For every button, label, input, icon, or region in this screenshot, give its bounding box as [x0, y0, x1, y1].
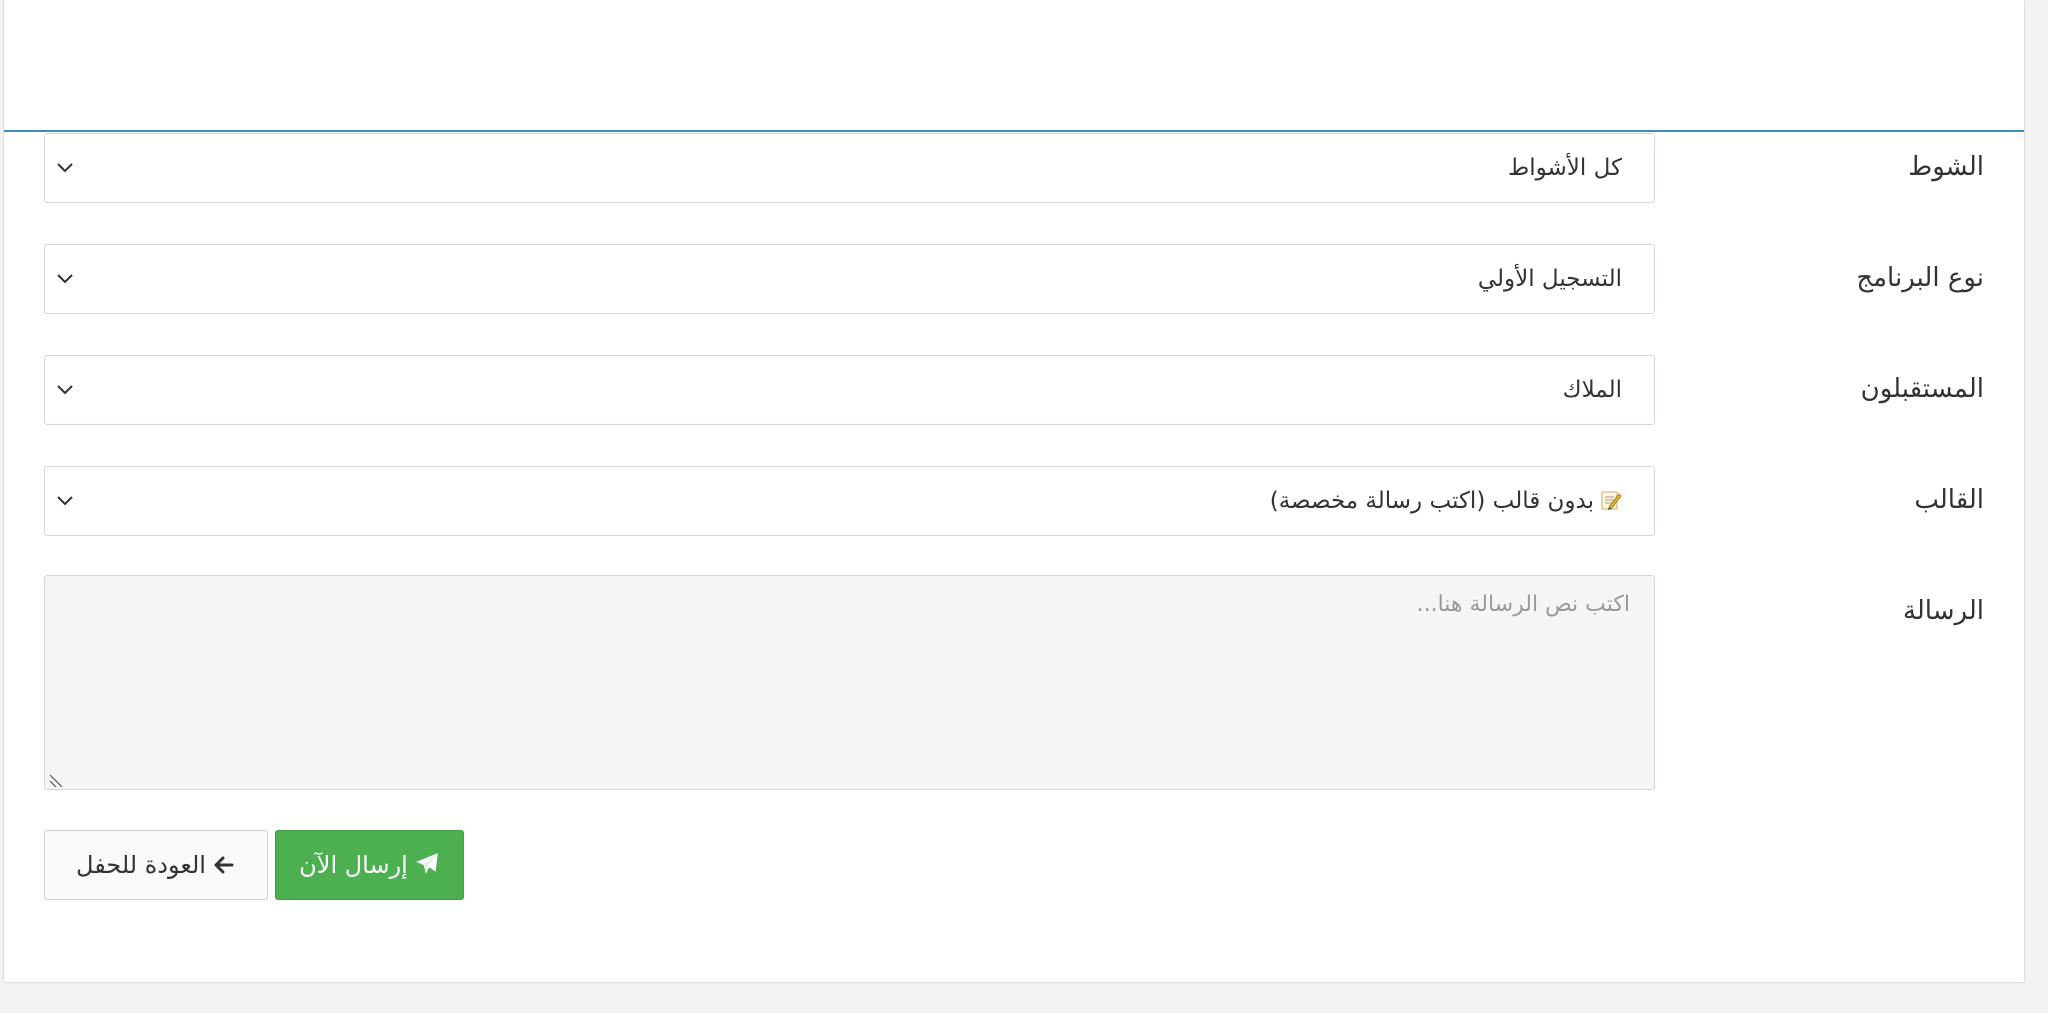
round-select[interactable]: كل الأشواط	[44, 133, 1655, 203]
template-select[interactable]: بدون قالب (اكتب رسالة مخصصة)	[44, 466, 1655, 536]
round-select-value: كل الأشواط	[1507, 155, 1622, 181]
round-label: الشوط	[1908, 152, 1984, 182]
message-textarea[interactable]	[44, 575, 1655, 790]
program-type-select[interactable]: التسجيل الأولي	[44, 244, 1655, 314]
recipients-select-value: الملاك	[1562, 377, 1622, 403]
memo-icon	[1601, 491, 1622, 510]
message-label: الرسالة	[1902, 596, 1984, 626]
arrow-left-icon	[214, 856, 234, 874]
chevron-down-icon	[57, 163, 73, 173]
template-label: القالب	[1914, 485, 1984, 515]
send-now-button[interactable]: إرسال الآن	[275, 830, 464, 900]
template-select-value: بدون قالب (اكتب رسالة مخصصة)	[1270, 467, 1622, 535]
panel-header	[4, 0, 2024, 132]
send-now-label: إرسال الآن	[299, 851, 408, 879]
recipients-label: المستقبلون	[1860, 374, 1984, 404]
resize-handle-icon[interactable]	[48, 771, 64, 787]
program-type-label: نوع البرنامج	[1856, 263, 1984, 293]
chevron-down-icon	[57, 385, 73, 395]
paper-plane-icon	[416, 853, 438, 874]
form-panel: الشوط كل الأشواط نوع البرنامج التسجيل ال…	[3, 0, 2025, 983]
program-type-select-value: التسجيل الأولي	[1477, 266, 1622, 292]
back-to-event-label: العودة للحفل	[76, 851, 206, 879]
chevron-down-icon	[57, 496, 73, 506]
back-to-event-button[interactable]: العودة للحفل	[44, 830, 268, 900]
chevron-down-icon	[57, 274, 73, 284]
template-select-text: بدون قالب (اكتب رسالة مخصصة)	[1269, 488, 1594, 514]
recipients-select[interactable]: الملاك	[44, 355, 1655, 425]
